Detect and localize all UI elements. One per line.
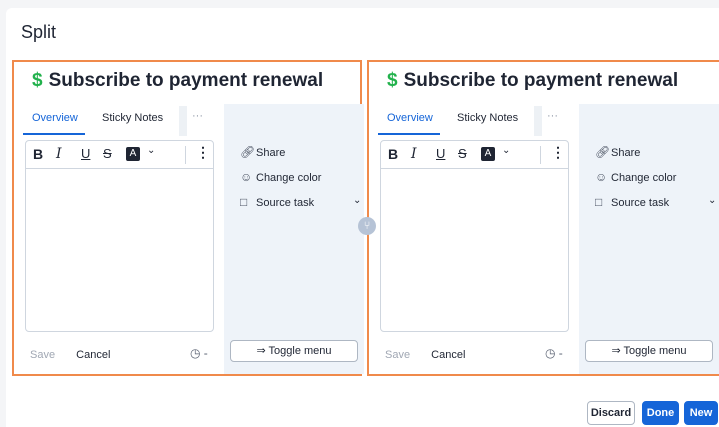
underline-button[interactable]: U — [81, 146, 90, 161]
tab-divider — [534, 106, 542, 136]
source-task-label: Source task — [611, 197, 670, 209]
palette-icon: ☺︎ — [595, 170, 608, 184]
tab-sticky-notes[interactable]: Sticky Notes — [102, 112, 163, 124]
bold-button[interactable]: B — [33, 146, 43, 162]
clock-icon[interactable]: ◷ - — [545, 346, 563, 360]
toggle-menu-button[interactable]: ⇒ Toggle menu — [230, 340, 358, 362]
task-sidebar: 🔗︎Share ☺︎ Change color □ Source task ⌄ ⇒ … — [224, 104, 364, 374]
clock-icon[interactable]: ◷ - — [190, 346, 208, 360]
share-label: Share — [611, 147, 641, 159]
text-color-button[interactable]: A — [481, 147, 495, 161]
italic-button[interactable]: I — [411, 146, 417, 162]
text-color-button[interactable]: A — [126, 147, 140, 161]
link-icon: 🔗︎ — [595, 145, 611, 159]
toolbar-divider — [185, 146, 186, 164]
chevron-down-icon: ⌄ — [353, 195, 362, 206]
editor-footer: Save Cancel — [30, 349, 110, 361]
change-color-label: Change color — [611, 172, 677, 184]
link-icon: 🔗︎ — [240, 145, 256, 159]
panel-title: $ Subscribe to payment renewal — [387, 70, 678, 92]
split-panel-right: $ Subscribe to payment renewal Overview S… — [367, 60, 719, 376]
source-task-menu-item[interactable]: □ Source task ⌄ — [240, 195, 361, 209]
tab-overview[interactable]: Overview — [387, 112, 433, 124]
tab-overview[interactable]: Overview — [32, 112, 78, 124]
bold-button[interactable]: B — [388, 146, 398, 162]
task-sidebar: 🔗︎Share ☺︎ Change color □ Source task ⌄ ⇒ … — [579, 104, 719, 374]
done-button[interactable]: Done — [642, 401, 679, 425]
panel-title: $ Subscribe to payment renewal — [32, 70, 323, 92]
source-task-label: Source task — [256, 197, 315, 209]
editor-toolbar: B I U S A ⌄ ⋮ — [26, 141, 213, 169]
rich-text-editor[interactable]: B I U S A ⌄ ⋮ — [25, 140, 214, 332]
change-color-menu-item[interactable]: ☺︎ Change color — [240, 170, 321, 184]
more-options-icon[interactable]: ⋮ — [196, 144, 210, 161]
change-color-menu-item[interactable]: ☺︎ Change color — [595, 170, 676, 184]
share-menu-item[interactable]: 🔗︎Share — [595, 145, 640, 159]
toggle-menu-button[interactable]: ⇒ Toggle menu — [585, 340, 713, 362]
strikethrough-button[interactable]: S — [458, 146, 467, 161]
task-icon: □ — [595, 195, 603, 209]
cancel-button[interactable]: Cancel — [76, 349, 110, 361]
more-tabs-button[interactable]: ··· — [192, 110, 203, 122]
active-tab-indicator — [23, 133, 85, 135]
task-icon: □ — [240, 195, 248, 209]
palette-icon: ☺︎ — [240, 170, 253, 184]
underline-button[interactable]: U — [436, 146, 445, 161]
discard-button[interactable]: Discard — [587, 401, 635, 425]
more-tabs-button[interactable]: ··· — [547, 110, 558, 122]
tab-bar: Overview Sticky Notes ··· — [369, 106, 579, 136]
chevron-down-icon[interactable]: ⌄ — [502, 145, 510, 156]
rich-text-editor[interactable]: B I U S A ⌄ ⋮ — [380, 140, 569, 332]
new-button[interactable]: New — [684, 401, 718, 425]
chevron-down-icon[interactable]: ⌄ — [147, 145, 155, 156]
active-tab-indicator — [378, 133, 440, 135]
dollar-icon: $ — [32, 70, 43, 91]
tab-bar: Overview Sticky Notes ··· — [14, 106, 224, 136]
split-icon[interactable]: ⑂ — [358, 217, 376, 235]
toolbar-divider — [540, 146, 541, 164]
panel-title-text: Subscribe to payment renewal — [403, 70, 679, 91]
panel-title-text: Subscribe to payment renewal — [48, 70, 324, 91]
editor-footer: Save Cancel — [385, 349, 465, 361]
share-label: Share — [256, 147, 286, 159]
share-menu-item[interactable]: 🔗︎Share — [240, 145, 285, 159]
tab-divider — [179, 106, 187, 136]
more-options-icon[interactable]: ⋮ — [551, 144, 565, 161]
change-color-label: Change color — [256, 172, 322, 184]
italic-button[interactable]: I — [56, 146, 62, 162]
source-task-menu-item[interactable]: □ Source task ⌄ — [595, 195, 716, 209]
editor-toolbar: B I U S A ⌄ ⋮ — [381, 141, 568, 169]
save-button[interactable]: Save — [385, 349, 410, 361]
save-button[interactable]: Save — [30, 349, 55, 361]
chevron-down-icon: ⌄ — [708, 195, 717, 206]
dollar-icon: $ — [387, 70, 398, 91]
cancel-button[interactable]: Cancel — [431, 349, 465, 361]
dialog-title: Split — [21, 22, 57, 42]
strikethrough-button[interactable]: S — [103, 146, 112, 161]
split-panel-left: $ Subscribe to payment renewal Overview S… — [12, 60, 364, 376]
tab-sticky-notes[interactable]: Sticky Notes — [457, 112, 518, 124]
